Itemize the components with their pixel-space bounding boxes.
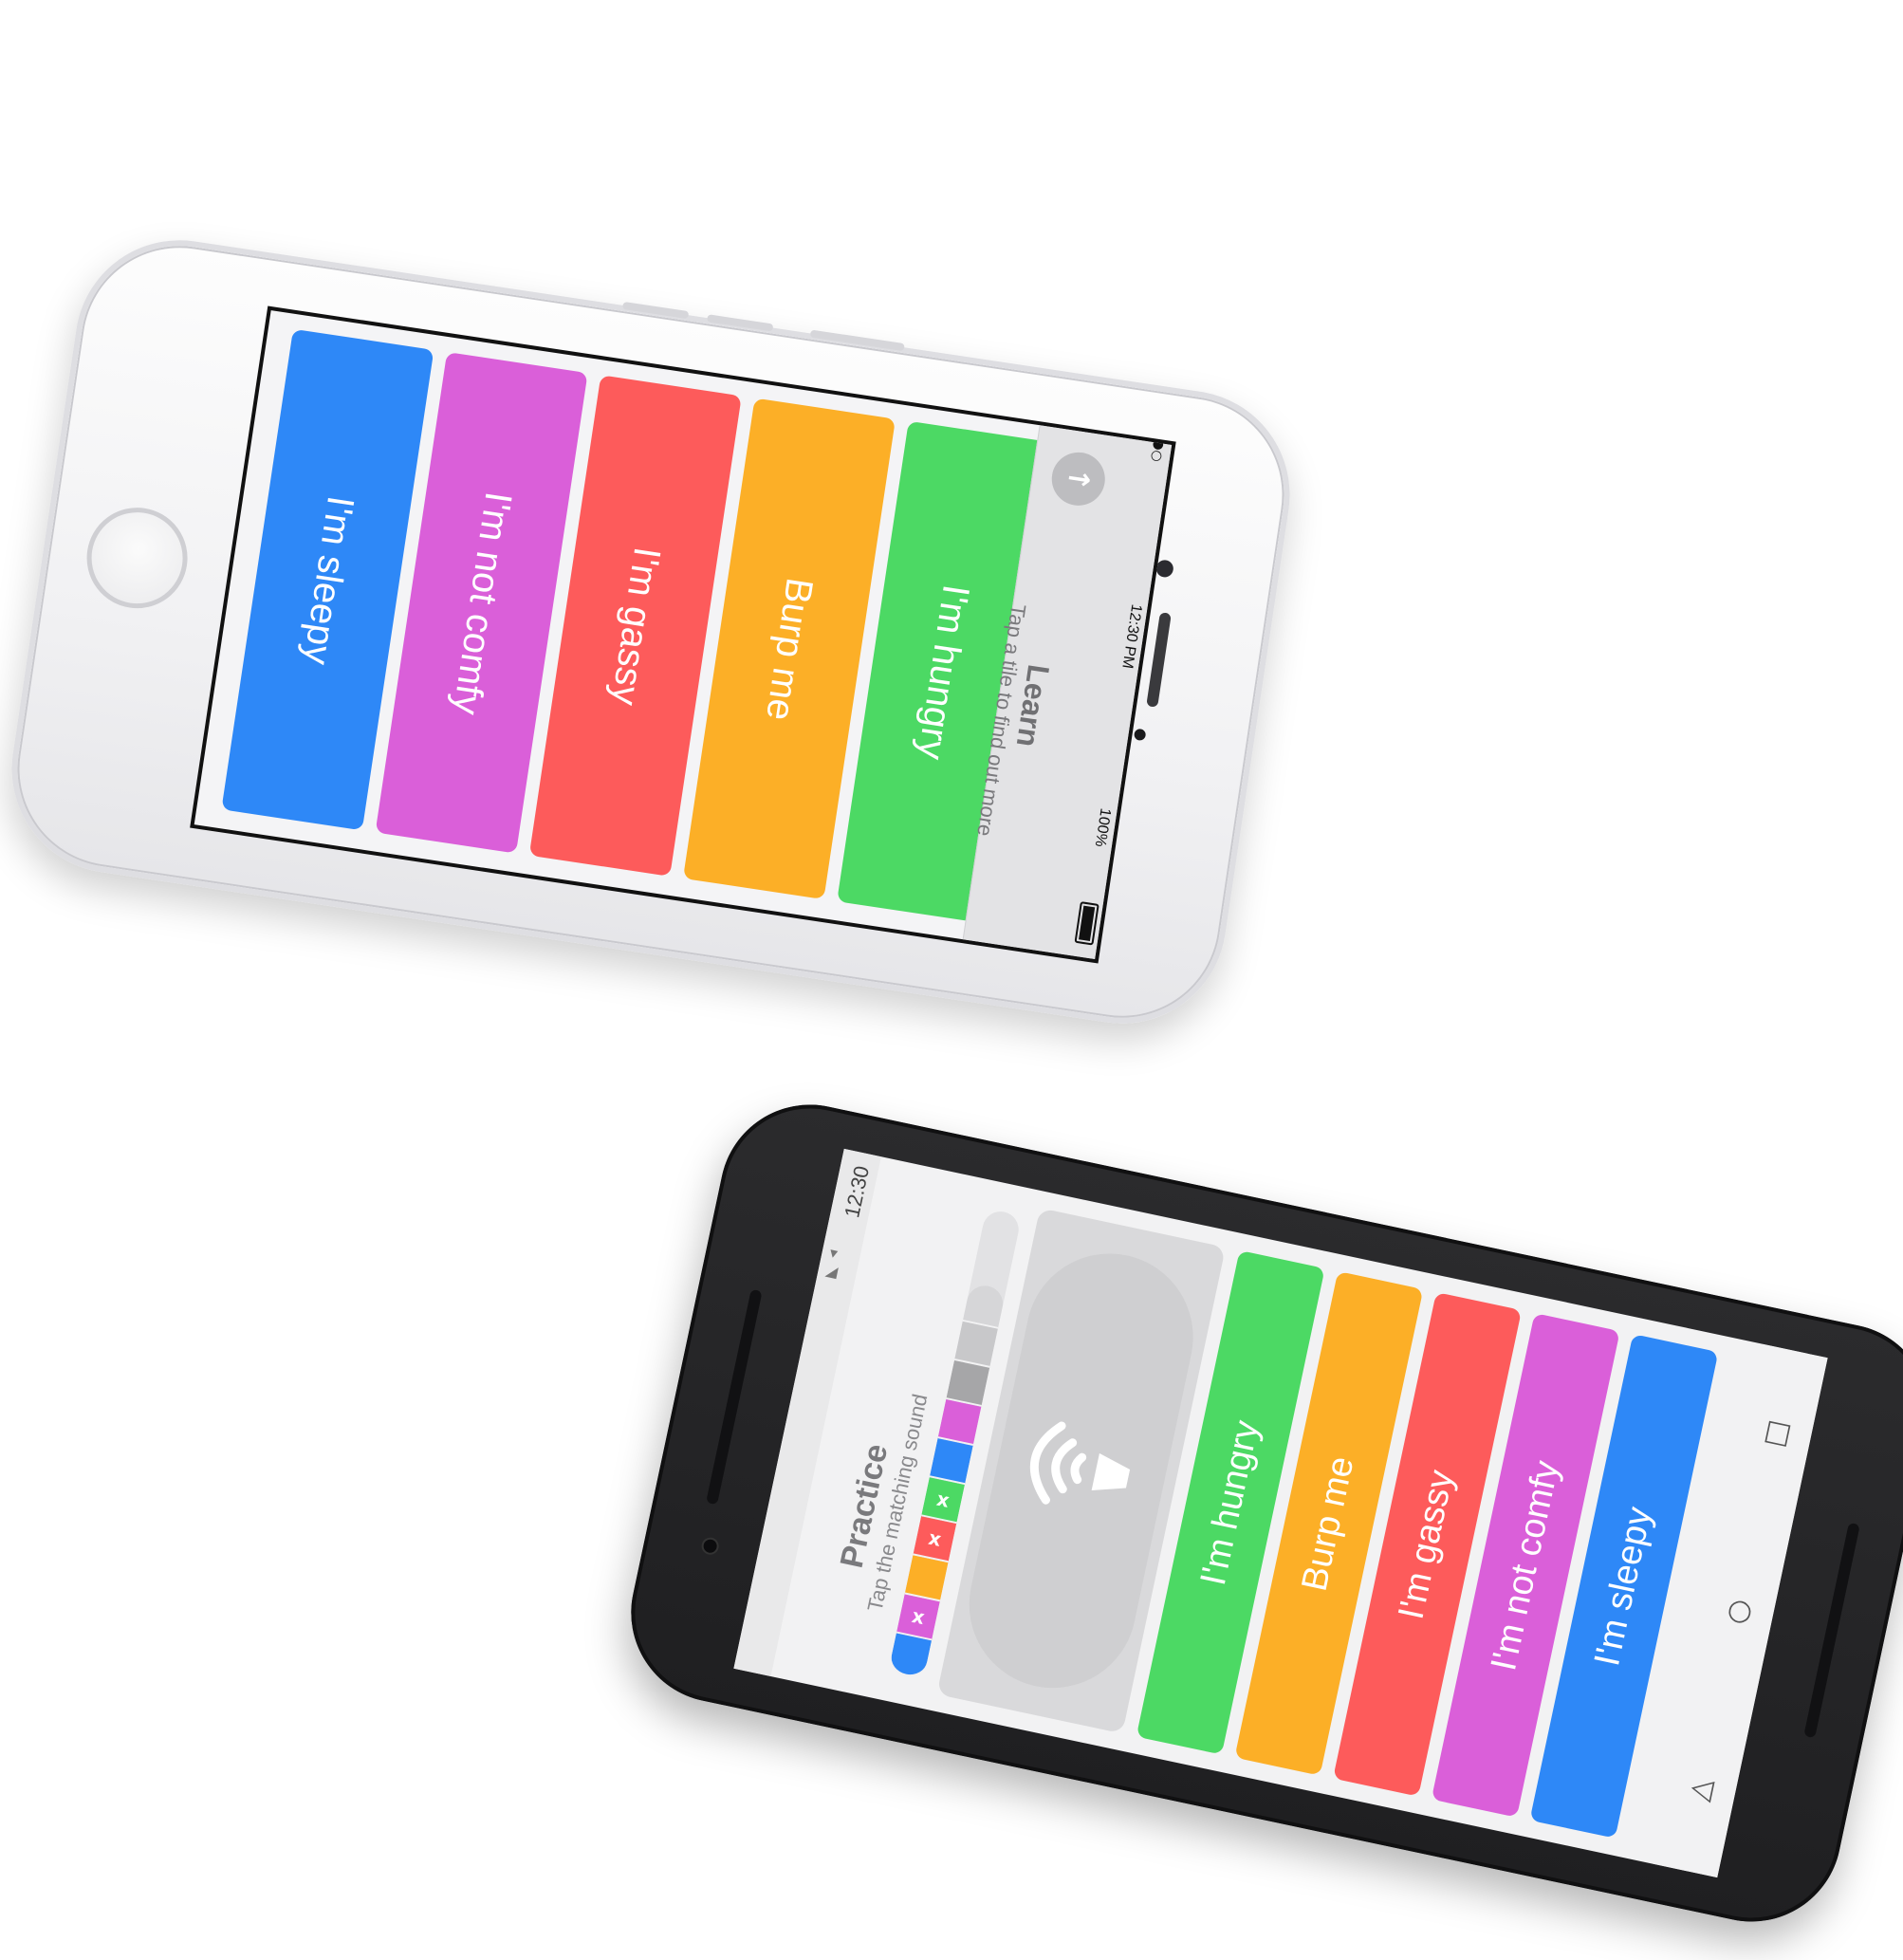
front-camera (699, 1536, 721, 1557)
battery-percent: 100% (1091, 806, 1114, 848)
android-screen: 12:30 ▾ ◢ Practice Tap the matching sound… (733, 1148, 1828, 1878)
proximity-sensor (1133, 728, 1147, 742)
tile-label: I'm sleepy (1587, 1503, 1660, 1670)
iphone-device: I'm sleepy I'm not comfy I'm gassy Burp … (0, 226, 1304, 1038)
sound-tiles: I'm sleepy I'm not comfy I'm gassy Burp … (221, 328, 1050, 923)
signal-icon: ▾ ◢ (823, 1243, 840, 1282)
tile-label: I'm not comfy (444, 489, 520, 717)
home-icon[interactable]: ○ (1721, 1591, 1759, 1629)
recents-icon[interactable]: □ (1759, 1413, 1797, 1451)
home-button[interactable] (80, 500, 194, 616)
battery-icon (1074, 901, 1099, 946)
volume-button (706, 314, 774, 332)
tile-label: I'm sleepy (294, 492, 361, 667)
power-button (809, 329, 905, 352)
earpiece-speaker (1146, 612, 1172, 708)
speaker-grille (706, 1288, 763, 1506)
tile-label: I'm gassy (603, 544, 669, 708)
tile-label: Burp me (1294, 1452, 1362, 1595)
signal-icon: ●●●●○ (1148, 403, 1173, 463)
tile-label: Burp me (758, 574, 822, 723)
progress-segment (888, 1633, 933, 1680)
status-time: 12:30 PM (1118, 602, 1144, 670)
arrow-up-icon[interactable]: ↑ (1047, 449, 1109, 509)
volume-button (621, 301, 690, 320)
tile-label: I'm gassy (1391, 1466, 1463, 1623)
iphone-screen: I'm sleepy I'm not comfy I'm gassy Burp … (190, 305, 1176, 964)
sound-tiles: I'm hungry Burp me I'm gassy I'm not com… (1136, 1249, 1719, 1839)
tile-label: I'm hungry (1192, 1416, 1267, 1589)
back-icon[interactable]: ◁ (1683, 1769, 1721, 1807)
tile-label: I'm hungry (910, 582, 978, 763)
tile-label: I'm not comfy (1483, 1456, 1567, 1674)
speaker-grille (1803, 1522, 1860, 1739)
android-device: 12:30 ▾ ◢ Practice Tap the matching sound… (614, 1087, 1903, 1939)
